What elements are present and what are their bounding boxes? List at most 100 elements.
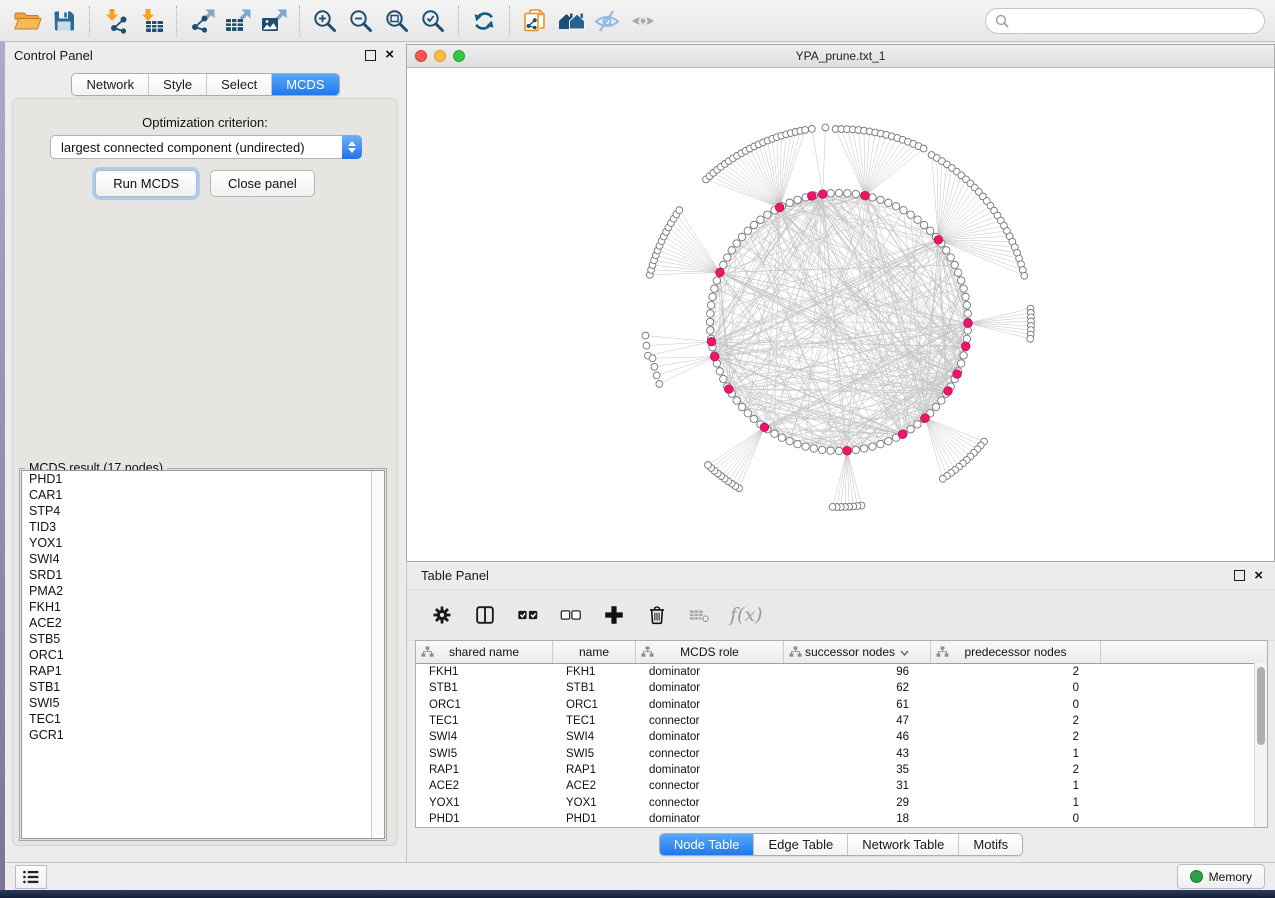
table-row-STB1[interactable]: STB1STB1dominator620 [416,680,1267,696]
cell-name: ORC1 [553,699,636,711]
export-table-icon[interactable] [220,4,256,38]
control-panel-title: Control Panel [5,48,93,63]
zoom-fit-icon[interactable] [379,4,415,38]
cell-successor-nodes: 35 [784,764,931,776]
select-all-columns-icon[interactable] [515,602,541,628]
column-header-shared-name[interactable]: shared name [416,641,553,663]
export-image-icon[interactable] [256,4,292,38]
close-panel-button[interactable]: Close panel [210,170,315,197]
list-icon [20,868,42,886]
mcds-result-item[interactable]: STB5 [22,631,384,647]
table-tab-motifs[interactable]: Motifs [958,834,1022,855]
cell-MCDS-role: dominator [636,813,784,825]
mcds-result-item[interactable]: ORC1 [22,647,384,663]
table-row-SWI5[interactable]: SWI5SWI5connector431 [416,745,1267,761]
criterion-dropdown[interactable]: largest connected component (undirected) [50,135,362,159]
column-header-MCDS-role[interactable]: MCDS role [636,641,784,663]
mcds-result-item[interactable]: YOX1 [22,535,384,551]
mcds-result-item[interactable]: STP4 [22,503,384,519]
mcds-result-item[interactable]: SRD1 [22,567,384,583]
mcds-result-item[interactable]: GCR1 [22,727,384,743]
mcds-button-row: Run MCDS Close panel [13,170,397,197]
import-table-icon[interactable] [133,4,169,38]
memory-button[interactable]: Memory [1177,864,1265,889]
table-row-FKH1[interactable]: FKH1FKH1dominator962 [416,664,1267,680]
search-field[interactable] [985,8,1265,34]
close-window-icon[interactable]: × [1254,571,1263,581]
deselect-all-columns-icon[interactable] [558,602,584,628]
float-window-icon[interactable] [1234,570,1245,581]
mcds-result-item[interactable]: SWI5 [22,695,384,711]
memory-label: Memory [1209,870,1252,884]
create-column-plus-icon[interactable] [601,602,627,628]
hide-selected-icon[interactable] [589,4,625,38]
table-tab-edge-table[interactable]: Edge Table [753,834,847,855]
cell-MCDS-role: connector [636,715,784,727]
memory-status-icon [1190,870,1203,883]
table-scrollbar-thumb[interactable] [1257,667,1265,745]
desktop-edge-bottom [0,890,1275,898]
table-row-TEC1[interactable]: TEC1TEC1connector472 [416,713,1267,729]
table-row-SWI4[interactable]: SWI4SWI4dominator462 [416,729,1267,745]
tab-network[interactable]: Network [72,74,148,95]
task-history-button[interactable] [15,865,47,889]
table-row-RAP1[interactable]: RAP1RAP1dominator352 [416,762,1267,778]
table-scrollbar[interactable] [1254,663,1267,827]
mcds-result-item[interactable]: CAR1 [22,487,384,503]
float-window-icon[interactable] [365,50,376,61]
column-header-successor-nodes[interactable]: successor nodes [784,641,931,663]
cell-MCDS-role: dominator [636,666,784,678]
cell-name: FKH1 [553,666,636,678]
mcds-result-item[interactable]: STB1 [22,679,384,695]
zoom-out-icon[interactable] [343,4,379,38]
mcds-result-group: MCDS result (17 nodes) PHD1CAR1STP4TID3Y… [19,468,387,841]
column-header-predecessor-nodes[interactable]: predecessor nodes [931,641,1101,663]
refresh-view-icon[interactable] [466,4,502,38]
table-row-ACE2[interactable]: ACE2ACE2connector311 [416,778,1267,794]
mcds-result-item[interactable]: SWI4 [22,551,384,567]
mcds-result-item[interactable]: PMA2 [22,583,384,599]
first-neighbors-icon[interactable] [553,4,589,38]
mcds-result-item[interactable]: TID3 [22,519,384,535]
cell-name: SWI5 [553,748,636,760]
sort-desc-icon [900,645,909,659]
zoom-selected-icon[interactable] [415,4,451,38]
mcds-result-item[interactable]: RAP1 [22,663,384,679]
table-row-ORC1[interactable]: ORC1ORC1dominator610 [416,697,1267,713]
cell-shared-name: TEC1 [416,715,553,727]
show-all-icon[interactable] [625,4,661,38]
zoom-in-icon[interactable] [307,4,343,38]
search-input[interactable] [1015,13,1255,29]
tab-style[interactable]: Style [148,74,206,95]
cell-predecessor-nodes: 2 [931,731,1101,743]
table-tab-node-table[interactable]: Node Table [660,834,754,855]
mcds-result-item[interactable]: TEC1 [22,711,384,727]
network-canvas[interactable] [407,67,1274,561]
table-row-YOX1[interactable]: YOX1YOX1connector291 [416,794,1267,810]
node-table[interactable]: shared namenameMCDS rolesuccessor nodesp… [415,640,1268,828]
column-header-name[interactable]: name [553,641,636,663]
import-network-icon[interactable] [97,4,133,38]
clone-network-icon[interactable] [517,4,553,38]
toolbar-separator [176,6,177,36]
tab-select[interactable]: Select [206,74,271,95]
export-network-icon[interactable] [184,4,220,38]
save-session-icon[interactable] [46,4,82,38]
table-tab-network-table[interactable]: Network Table [847,834,958,855]
mcds-result-list[interactable]: PHD1CAR1STP4TID3YOX1SWI4SRD1PMA2FKH1ACE2… [21,470,385,839]
table-settings-gear-icon[interactable] [429,602,455,628]
network-nodes [642,124,1034,510]
close-window-icon[interactable]: × [385,50,394,60]
mcds-result-item[interactable]: FKH1 [22,599,384,615]
show-column-panel-icon[interactable] [472,602,498,628]
open-file-icon[interactable] [10,4,46,38]
delete-column-trash-icon[interactable] [644,602,670,628]
mcds-result-item[interactable]: PHD1 [22,471,384,487]
run-mcds-button[interactable]: Run MCDS [95,170,197,197]
tab-mcds[interactable]: MCDS [271,74,338,95]
network-titlebar[interactable]: YPA_prune.txt_1 [407,45,1274,68]
list-scrollbar[interactable] [371,471,384,838]
mcds-result-item[interactable]: ACE2 [22,615,384,631]
cell-predecessor-nodes: 2 [931,715,1101,727]
table-row-PHD1[interactable]: PHD1PHD1dominator180 [416,811,1267,827]
